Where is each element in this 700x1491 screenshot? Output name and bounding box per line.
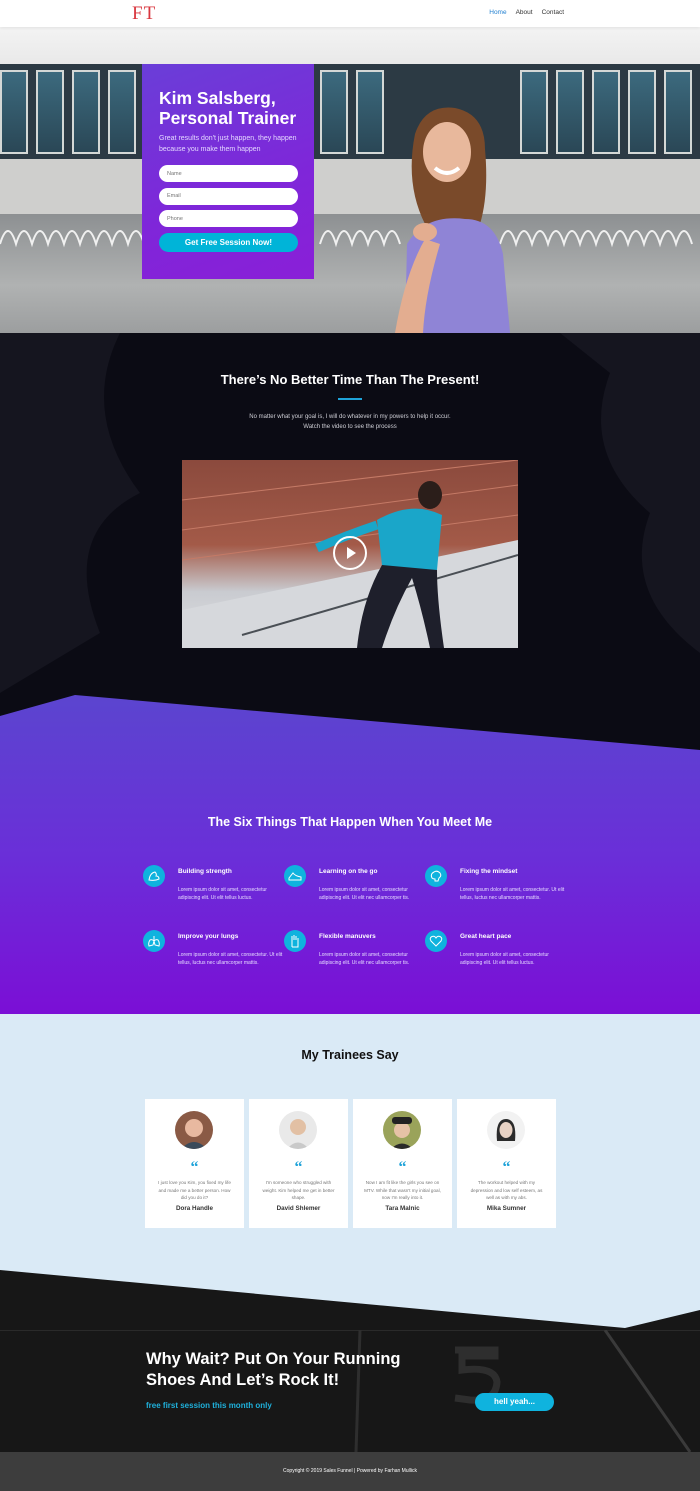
nav-about[interactable]: About (516, 9, 533, 16)
shoe-icon (284, 865, 306, 887)
present-text-line1: No matter what your goal is, I will do w… (249, 414, 451, 420)
testimonial-text: I'm someone who struggled with weight. K… (262, 1180, 335, 1200)
present-title: There’s No Better Time Than The Present! (220, 372, 480, 387)
testimonial-card: “ Now I am fit like the girls you see on… (353, 1099, 452, 1228)
testimonial-card: “ I just love you Kim, you fixed my life… (145, 1099, 244, 1228)
header-spacer (0, 27, 700, 64)
building-facade (0, 64, 700, 159)
testimonial-name: David Shlemer (276, 1205, 321, 1212)
feature-title: Fixing the mindset (460, 868, 518, 875)
present-text-line2: Watch the video to see the process (303, 424, 397, 430)
lungs-icon (143, 930, 165, 952)
email-input[interactable] (159, 187, 298, 205)
testimonial-name: Mika Sumner (486, 1205, 527, 1212)
site-header: FT Home About Contact (0, 0, 700, 27)
hand-icon (284, 930, 306, 952)
cta-subtitle: free first session this month only (146, 1401, 272, 1410)
feature-text: Lorem ipsum dolor sit amet, consectetur … (319, 952, 410, 966)
testimonial-text: Now I am fit like the girls you see on M… (364, 1180, 441, 1200)
avatar (175, 1111, 213, 1149)
testimonial-name: Tara Malnic (385, 1205, 420, 1212)
arm-icon (143, 865, 165, 887)
name-input[interactable] (159, 165, 298, 182)
avatar (279, 1111, 317, 1149)
feature-title: Learning on the go (319, 868, 378, 875)
present-text: No matter what your goal is, I will do w… (200, 412, 500, 432)
feature-title: Great heart pace (460, 933, 512, 940)
building-wall (0, 159, 700, 214)
hero-title: Kim Salsberg, Personal Trainer (159, 88, 297, 128)
play-icon (347, 547, 356, 559)
feature-text: Lorem ipsum dolor sit amet, consectetur … (319, 887, 410, 901)
testimonial-text: I just love you Kim, you fixed my life a… (158, 1180, 231, 1200)
copyright-text: Copyright © 2019 Sales Funnel | Powered … (283, 1468, 417, 1474)
footer: Copyright © 2019 Sales Funnel | Powered … (0, 1452, 700, 1491)
feature-title: Improve your lungs (178, 933, 239, 940)
avatar (487, 1111, 525, 1149)
nav-contact[interactable]: Contact (542, 9, 564, 16)
play-button[interactable] (333, 536, 367, 570)
main-nav: Home About Contact (489, 9, 564, 16)
signup-panel: Kim Salsberg, Personal Trainer Great res… (142, 64, 314, 279)
trainer-photo (395, 107, 510, 333)
testimonial-text: The workout helped with my depression an… (470, 1180, 543, 1200)
feature-text: Lorem ipsum dolor sit amet, consectetur.… (460, 887, 565, 901)
title-divider (338, 398, 362, 400)
feature-title: Flexible manuvers (319, 933, 376, 940)
feature-title: Building strength (178, 868, 232, 875)
avatar (383, 1111, 421, 1149)
hero-background (0, 64, 700, 333)
testimonial-name: Dora Handle (175, 1205, 214, 1212)
testimonials-title: My Trainees Say (301, 1048, 399, 1062)
hero-subtitle: Great results don't just happen, they ha… (159, 135, 297, 153)
nav-home[interactable]: Home (489, 9, 506, 16)
feature-text: Lorem ipsum dolor sit amet, consectetur … (460, 952, 549, 966)
heart-icon (425, 930, 447, 952)
testimonial-card: “ I'm someone who struggled with weight.… (249, 1099, 348, 1228)
brain-icon (425, 865, 447, 887)
feature-text: Lorem ipsum dolor sit amet, consectetur … (178, 887, 267, 901)
features-title: The Six Things That Happen When You Meet… (207, 815, 493, 829)
quote-icon: “ (190, 1159, 199, 1176)
quote-icon: “ (502, 1159, 511, 1176)
testimonial-card: “ The workout helped with my depression … (457, 1099, 556, 1228)
feature-text: Lorem ipsum dolor sit amet, consectetur.… (178, 952, 283, 966)
quote-icon: “ (294, 1159, 303, 1176)
cta-title: Why Wait? Put On Your Running Shoes And … (146, 1350, 401, 1389)
get-free-session-button[interactable]: Get Free Session Now! (159, 233, 298, 252)
bike-rack (0, 230, 693, 248)
logo[interactable]: FT (132, 3, 156, 25)
quote-icon: “ (398, 1159, 407, 1176)
phone-input[interactable] (159, 210, 298, 227)
hell-yeah-button[interactable]: hell yeah... (475, 1393, 554, 1411)
